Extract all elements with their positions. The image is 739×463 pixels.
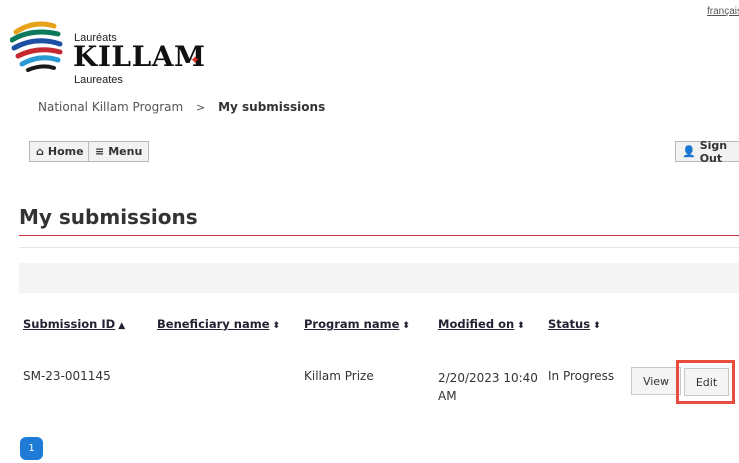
sort-ascending-icon: ▲ [118,321,126,331]
breadcrumb: National Killam Program > My submissions [38,100,325,114]
title-divider [19,235,739,236]
language-toggle-link[interactable]: français [707,6,739,17]
menu-button[interactable]: ≡ Menu [88,141,149,162]
column-header-modified-on[interactable]: Modified on ⬍ [438,317,525,331]
column-header-label: Beneficiary name [157,317,270,331]
page-title: My submissions [19,205,198,229]
view-button[interactable]: View [631,367,681,395]
cell-submission-id: SM-23-001145 [23,369,111,383]
edit-button[interactable]: Edit [684,368,729,396]
cell-modified-on: 2/20/2023 10:40 AM [438,371,538,403]
home-label: Home [47,145,84,158]
logo-emblem-icon [10,21,63,72]
breadcrumb-current: My submissions [218,100,326,114]
column-header-label: Status [548,317,591,331]
sign-out-label: Sign Out [699,138,728,165]
home-icon: ⌂ [36,145,44,158]
cell-program-name: Killam Prize [304,369,374,383]
column-header-beneficiary-name[interactable]: Beneficiary name ⬍ [157,317,280,331]
column-header-status[interactable]: Status ⬍ [548,317,601,331]
sign-out-button[interactable]: 👤 Sign Out [675,138,739,165]
column-header-label: Program name [304,317,400,331]
sort-icon: ⬍ [593,321,601,331]
section-divider [19,247,739,248]
sort-icon: ⬍ [517,321,525,331]
breadcrumb-parent-link[interactable]: National Killam Program [38,100,183,114]
column-header-program-name[interactable]: Program name ⬍ [304,317,410,331]
column-header-submission-id[interactable]: Submission ID ▲ [23,317,125,331]
breadcrumb-separator: > [196,101,206,114]
menu-label: Menu [108,145,143,158]
sort-icon: ⬍ [272,321,281,331]
pagination-page-button[interactable]: 1 [20,437,43,460]
hamburger-icon: ≡ [95,145,105,158]
logo-text-english: Laureates [74,74,123,86]
home-button[interactable]: ⌂ Home [29,141,89,162]
user-icon: 👤 [682,145,696,158]
sort-icon: ⬍ [402,321,410,331]
killam-logo[interactable]: Lauréats KILLAM ✦ Laureates [10,18,210,86]
cell-status: In Progress [548,369,615,383]
logo-text-main: KILLAM [73,40,206,73]
maple-leaf-icon: ✦ [190,53,201,67]
list-toolbar [19,263,739,293]
column-header-label: Modified on [438,317,515,331]
column-header-label: Submission ID [23,317,116,331]
